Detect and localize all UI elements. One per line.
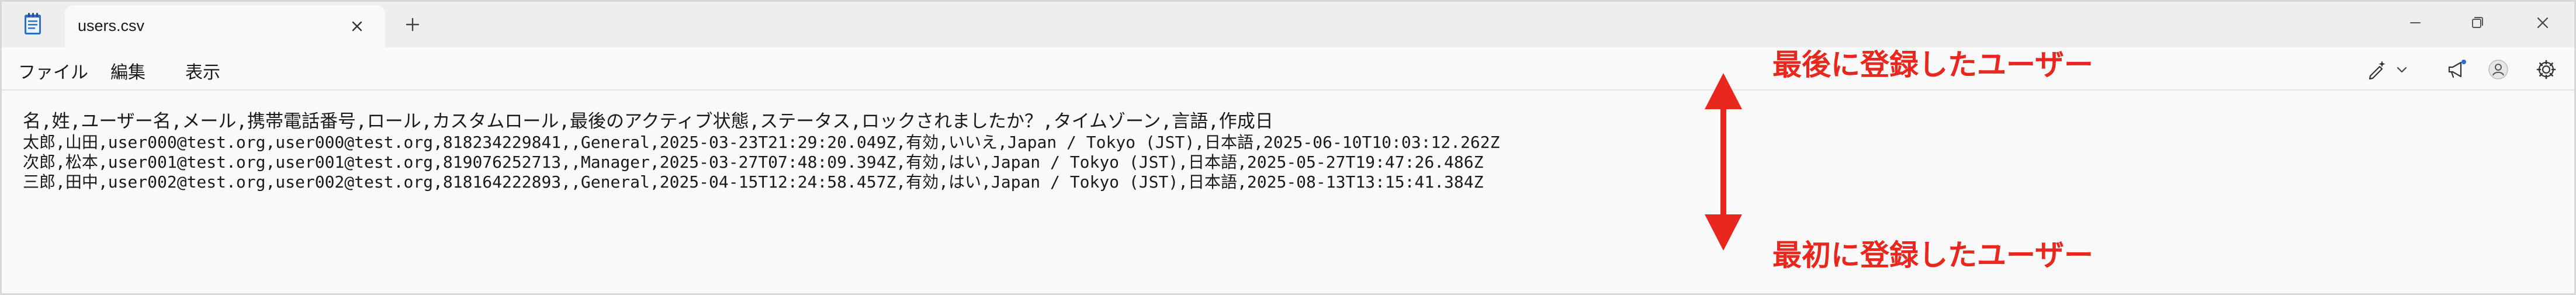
annotation-last-registered: 最後に登録したユーザー xyxy=(1772,48,2093,82)
notepad-icon xyxy=(25,13,41,34)
title-bar: users.csv xyxy=(2,2,2574,47)
plus-icon[interactable] xyxy=(403,15,423,34)
gear-icon[interactable] xyxy=(2535,58,2558,81)
menu-bar: ファイル 編集 表示 xyxy=(2,47,2574,89)
tab-users-csv[interactable]: users.csv xyxy=(65,5,385,47)
close-icon[interactable] xyxy=(2531,11,2554,34)
copilot-pen-icon[interactable] xyxy=(2365,58,2388,81)
megaphone-icon[interactable] xyxy=(2445,58,2468,81)
notepad-window: users.csv ファイル 編集 表示 名,姓,ユーザー名,メール,携帯電話番… xyxy=(0,0,2576,295)
menu-edit[interactable]: 編集 xyxy=(110,58,146,84)
menu-view[interactable]: 表示 xyxy=(185,58,220,84)
csv-row: 太郎,山田,user000@test.org,user000@test.org,… xyxy=(23,133,1500,152)
avatar-icon[interactable] xyxy=(2487,58,2510,81)
annotation-first-registered: 最初に登録したユーザー xyxy=(1772,238,2093,272)
double-arrow-icon xyxy=(1705,73,1742,251)
menu-file[interactable]: ファイル xyxy=(18,58,88,84)
csv-row: 次郎,松本,user001@test.org,user001@test.org,… xyxy=(23,152,1484,172)
minimize-icon[interactable] xyxy=(2404,11,2427,34)
csv-header-line: 名,姓,ユーザー名,メール,携帯電話番号,ロール,カスタムロール,最後のアクティ… xyxy=(23,111,1273,132)
text-editor[interactable]: 名,姓,ユーザー名,メール,携帯電話番号,ロール,カスタムロール,最後のアクティ… xyxy=(2,91,2574,293)
chevron-down-icon[interactable] xyxy=(2394,58,2409,81)
maximize-icon[interactable] xyxy=(2466,11,2489,34)
close-icon[interactable] xyxy=(345,15,369,38)
tab-title: users.csv xyxy=(78,17,145,34)
csv-row: 三郎,田中,user002@test.org,user002@test.org,… xyxy=(23,172,1484,192)
